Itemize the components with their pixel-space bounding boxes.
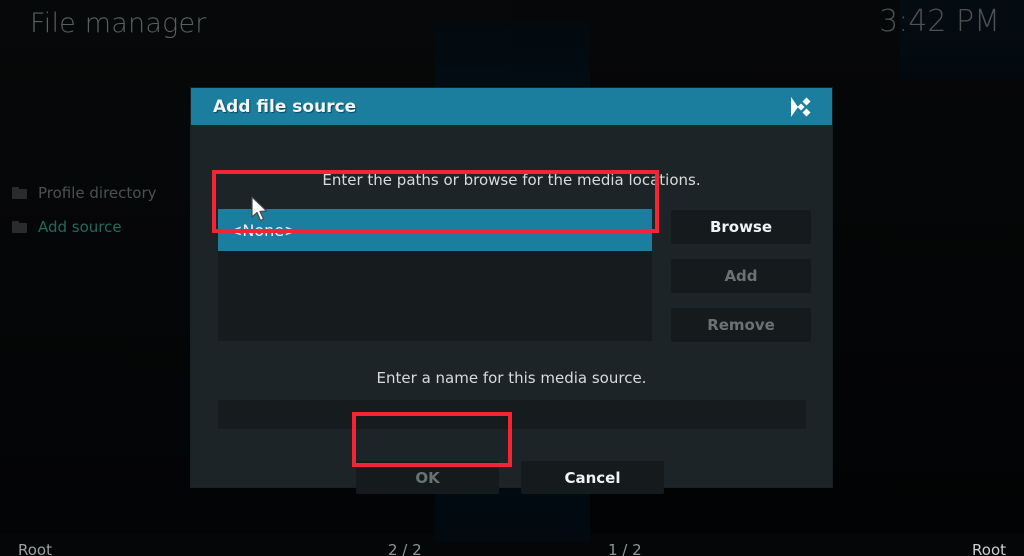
path-list-item-none[interactable]: <None> [218, 209, 652, 251]
mouse-pointer-icon [250, 196, 270, 224]
list-item-profile-directory[interactable]: Profile directory [0, 176, 190, 210]
dialog-footer: OK Cancel [356, 461, 664, 494]
folder-icon [12, 221, 27, 233]
add-button[interactable]: Add [671, 259, 811, 293]
media-source-name-input[interactable] [218, 400, 806, 429]
paths-hint-label: Enter the paths or browse for the media … [322, 171, 701, 189]
name-hint-label: Enter a name for this media source. [376, 369, 647, 387]
cancel-button-label: Cancel [564, 468, 621, 487]
add-file-source-dialog: Add file source Enter the paths or brows… [191, 88, 832, 494]
kodi-logo-icon [788, 96, 814, 118]
statusbar-left-path: Root [18, 541, 52, 556]
statusbar-right-count: 1 / 2 [608, 541, 642, 556]
list-item-label: Profile directory [38, 184, 157, 202]
statusbar-right-path: Root [972, 541, 1006, 556]
list-item-add-source[interactable]: Add source [0, 210, 190, 244]
cancel-button[interactable]: Cancel [521, 461, 664, 494]
page-title: File manager [30, 8, 207, 39]
screen-root: File manager 3:42 PM Profile directory A… [0, 0, 1024, 556]
path-side-buttons: Browse Add Remove [671, 210, 811, 342]
statusbar: Root 2 / 2 1 / 2 Root [0, 534, 1024, 556]
statusbar-left-count: 2 / 2 [388, 541, 422, 556]
list-item-label: Add source [38, 218, 122, 236]
browse-button-label: Browse [709, 218, 773, 236]
dialog-header: Add file source [191, 88, 832, 125]
dialog-body: Enter the paths or browse for the media … [191, 125, 832, 494]
add-button-label: Add [724, 267, 758, 285]
ok-button-label: OK [415, 468, 440, 487]
remove-button[interactable]: Remove [671, 308, 811, 342]
remove-button-label: Remove [707, 316, 775, 334]
folder-icon [12, 187, 27, 199]
path-list[interactable]: <None> [218, 209, 652, 341]
clock: 3:42 PM [879, 4, 1000, 39]
ok-button[interactable]: OK [356, 461, 499, 494]
dialog-title: Add file source [213, 96, 357, 117]
file-list: Profile directory Add source [0, 176, 190, 244]
browse-button[interactable]: Browse [671, 210, 811, 244]
